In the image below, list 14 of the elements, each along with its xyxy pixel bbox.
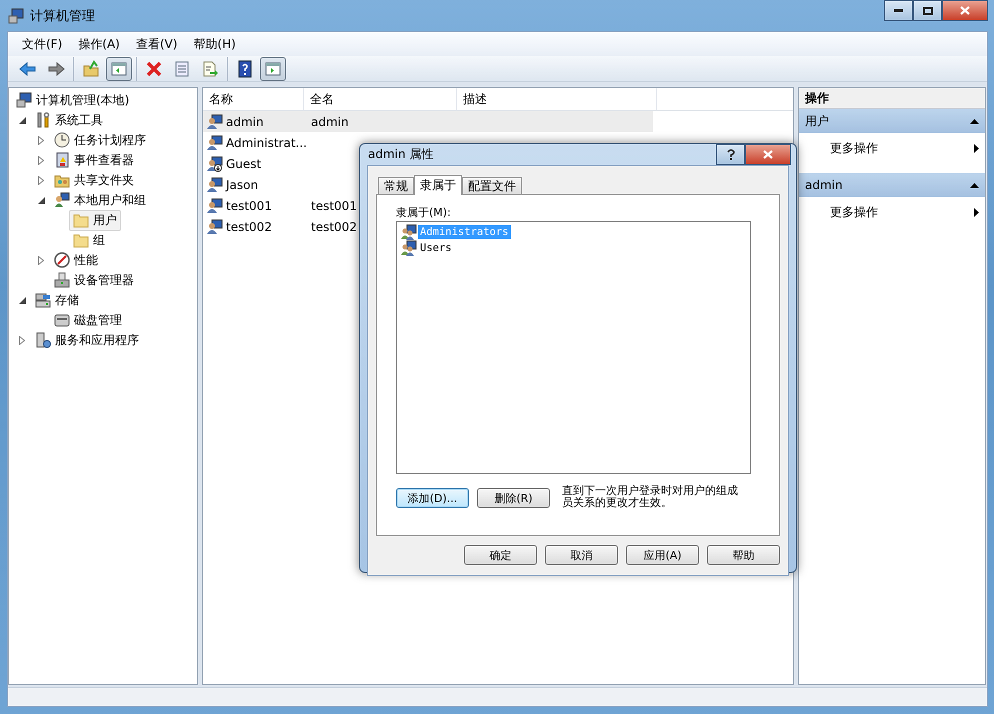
full-name: test001 — [311, 198, 357, 212]
note-text: 直到下一次用户登录时对用户的组成员关系的更改才生效。 — [562, 485, 738, 509]
user-name: Administrat... — [226, 136, 307, 150]
window-title: 计算机管理 — [30, 8, 95, 24]
user-name: admin — [226, 114, 264, 128]
user-name: test002 — [226, 220, 272, 234]
full-name: admin — [311, 114, 349, 128]
actions-title: 操作 — [799, 88, 985, 109]
full-name: test002 — [311, 220, 357, 234]
user-name: Jason — [226, 178, 258, 192]
list-label: 隶属于(M): — [396, 205, 452, 221]
user-name: test001 — [226, 198, 272, 212]
user-name: Guest — [226, 156, 262, 170]
dialog-title: admin 属性 — [368, 146, 434, 163]
